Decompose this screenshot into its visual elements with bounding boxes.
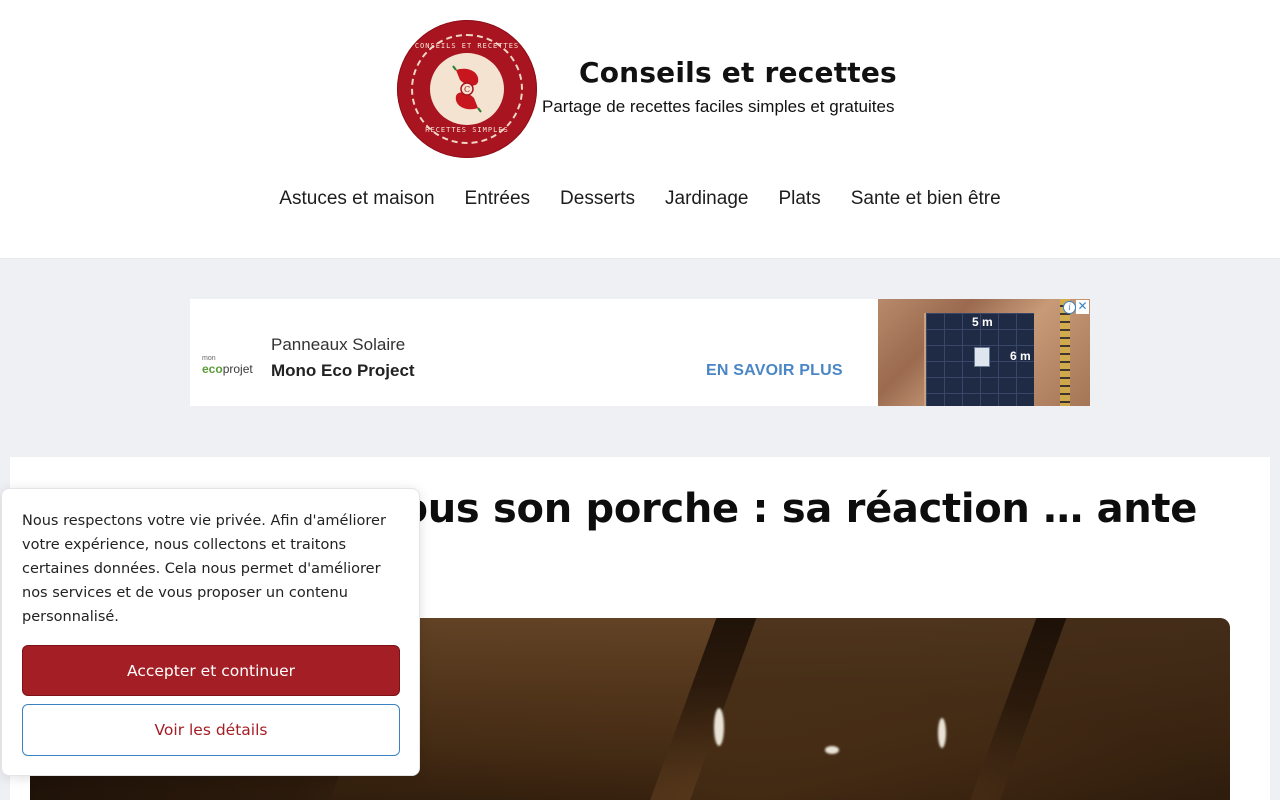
nav-item-desserts[interactable]: Desserts <box>545 188 650 210</box>
image-plank <box>993 618 1230 800</box>
ad-brand-logo: mon ecoprojet <box>202 353 262 375</box>
ad-title: Panneaux Solaire <box>271 335 406 354</box>
ad-solar-roof-image[interactable]: 5 m 6 m <box>878 299 1090 406</box>
ad-brand-eco: eco <box>202 362 223 376</box>
site-tagline: Partage de recettes faciles simples et g… <box>542 97 895 116</box>
main-navigation: Astuces et maison Entrées Desserts Jardi… <box>0 188 1280 210</box>
logo-bottom-text: RECETTES SIMPLES <box>425 126 509 134</box>
ad-subtitle: Mono Eco Project <box>271 361 415 380</box>
nav-item-jardinage[interactable]: Jardinage <box>650 188 763 210</box>
accept-cookies-button[interactable]: Accepter et continuer <box>22 645 400 696</box>
logo-top-text: CONSEILS ET RECETTES <box>414 42 520 50</box>
measuring-tape <box>1060 299 1070 406</box>
image-plank <box>683 618 1037 800</box>
nav-item-astuces-et-maison[interactable]: Astuces et maison <box>264 188 449 210</box>
view-details-button[interactable]: Voir les détails <box>22 704 400 756</box>
site-logo[interactable]: CONSEILS ET RECETTES C RECETTES SIMPLES <box>397 20 537 158</box>
nav-item-plats[interactable]: Plats <box>763 188 835 210</box>
ad-image-label-6m: 6 m <box>1010 349 1031 363</box>
cookie-consent-text: Nous respectons votre vie privée. Afin d… <box>22 513 386 625</box>
ad-info-icon[interactable]: i <box>1063 301 1076 314</box>
image-egg-highlight <box>825 746 839 754</box>
ad-brand-rest: projet <box>222 362 253 376</box>
site-title[interactable]: Conseils et recettes <box>579 56 897 89</box>
nav-item-entrees[interactable]: Entrées <box>450 188 545 210</box>
roof-window <box>974 347 990 367</box>
advertisement-banner[interactable]: mon ecoprojet Panneaux Solaire Mono Eco … <box>190 299 1090 406</box>
site-header: CONSEILS ET RECETTES C RECETTES SIMPLES … <box>0 0 1280 259</box>
ad-image-label-5m: 5 m <box>972 315 993 329</box>
ad-learn-more-button[interactable]: EN SAVOIR PLUS <box>706 362 843 380</box>
nav-item-sante-et-bien-etre[interactable]: Sante et bien être <box>836 188 1016 210</box>
ad-close-icon[interactable]: ✕ <box>1076 300 1089 314</box>
image-egg-highlight <box>938 718 946 748</box>
image-egg-highlight <box>714 708 724 746</box>
logo-letter: C <box>464 85 470 94</box>
cookie-consent-banner: Nous respectons votre vie privée. Afin d… <box>1 488 420 776</box>
chili-pepper-icon: C <box>452 65 482 113</box>
